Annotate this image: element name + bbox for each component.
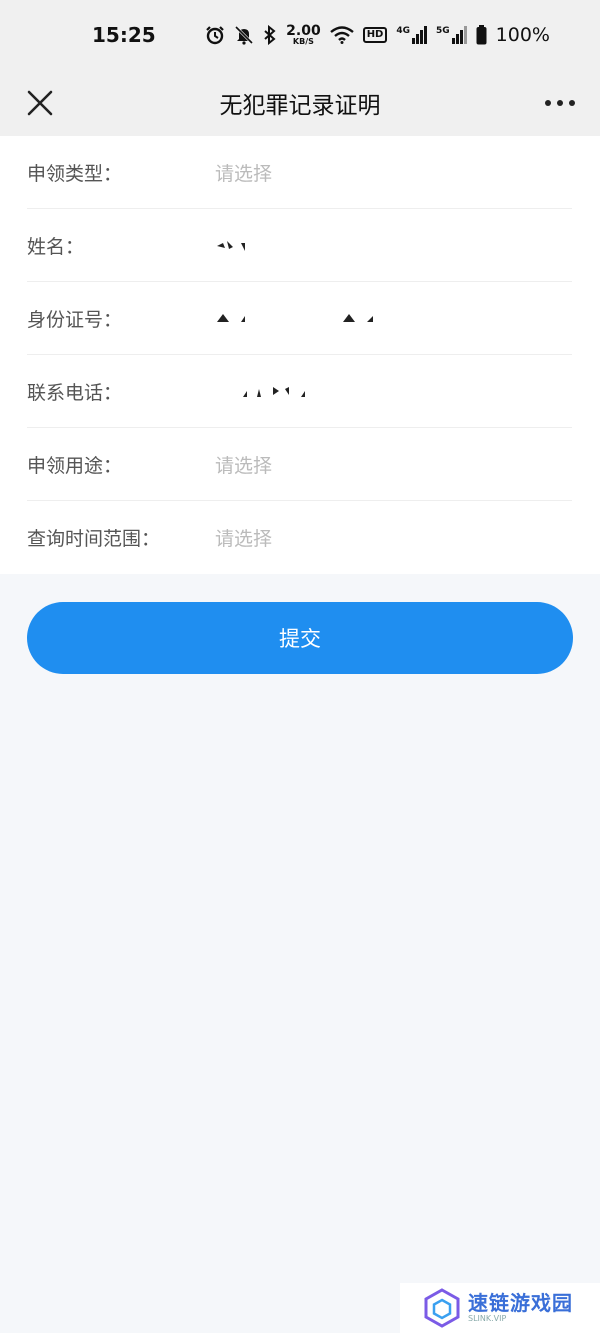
bluetooth-icon	[264, 25, 276, 45]
close-button[interactable]	[20, 83, 60, 123]
alarm-icon	[206, 26, 224, 45]
form-row-application-type: 申领类型： 请选择	[27, 136, 572, 209]
submit-area: 提交	[0, 574, 600, 674]
signal-4g-label: 4G	[396, 26, 411, 36]
application-type-select[interactable]: 请选择	[215, 136, 572, 208]
more-icon	[545, 100, 575, 106]
status-bar: 15:25 2.00 KB/S HD 4G 5G 100%	[0, 0, 600, 70]
redacted-name	[217, 241, 245, 251]
query-range-select[interactable]: 请选择	[215, 501, 572, 574]
mute-icon	[235, 25, 254, 45]
cube-logo-icon	[424, 1288, 460, 1328]
nav-bar: 无犯罪记录证明	[0, 70, 600, 136]
status-time: 15:25	[92, 23, 156, 47]
close-icon	[27, 90, 53, 116]
application-type-label: 申领类型：	[27, 162, 123, 185]
purpose-select[interactable]: 请选择	[215, 428, 572, 500]
redacted-phone	[243, 387, 305, 397]
phone-field[interactable]	[215, 355, 572, 427]
more-button[interactable]	[540, 83, 580, 123]
form-row-phone: 联系电话：	[27, 355, 572, 428]
name-label: 姓名：	[27, 235, 85, 258]
name-field[interactable]	[215, 209, 572, 281]
status-icons: 2.00 KB/S HD 4G 5G 100%	[205, 24, 550, 46]
query-range-label: 查询时间范围：	[27, 528, 161, 550]
purpose-label: 申领用途：	[27, 454, 123, 477]
battery-level: 100%	[495, 24, 550, 46]
battery-icon	[476, 25, 487, 45]
net-speed-value: 2.00	[286, 23, 321, 39]
signal-5g-label: 5G	[436, 26, 450, 36]
form-row-query-range: 查询时间范围： 请选择	[27, 501, 572, 574]
form-row-id-number: 身份证号：	[27, 282, 572, 355]
watermark: 速链游戏园 SLINK.VIP	[400, 1283, 600, 1333]
redacted-id-number	[217, 314, 373, 322]
net-speed-unit: KB/S	[292, 37, 314, 46]
id-number-field[interactable]	[215, 282, 572, 354]
id-number-label: 身份证号：	[27, 308, 123, 331]
page-title: 无犯罪记录证明	[219, 93, 381, 119]
watermark-title: 速链游戏园	[468, 1291, 573, 1315]
form-row-name: 姓名：	[27, 209, 572, 282]
net-speed: 2.00 KB/S	[286, 24, 321, 46]
phone-label: 联系电话：	[27, 381, 123, 404]
form-row-purpose: 申领用途： 请选择	[27, 428, 572, 501]
submit-button[interactable]: 提交	[27, 602, 573, 674]
watermark-subtitle: SLINK.VIP	[468, 1314, 507, 1323]
signal-5g: 5G	[436, 26, 467, 44]
wifi-icon	[329, 26, 354, 44]
hd-badge: HD	[362, 27, 388, 43]
signal-4g: 4G	[396, 26, 428, 44]
application-form: 申领类型： 请选择 姓名： 身份证号： 联系电话： 申领用途： 请选择 查询时间…	[0, 136, 600, 574]
